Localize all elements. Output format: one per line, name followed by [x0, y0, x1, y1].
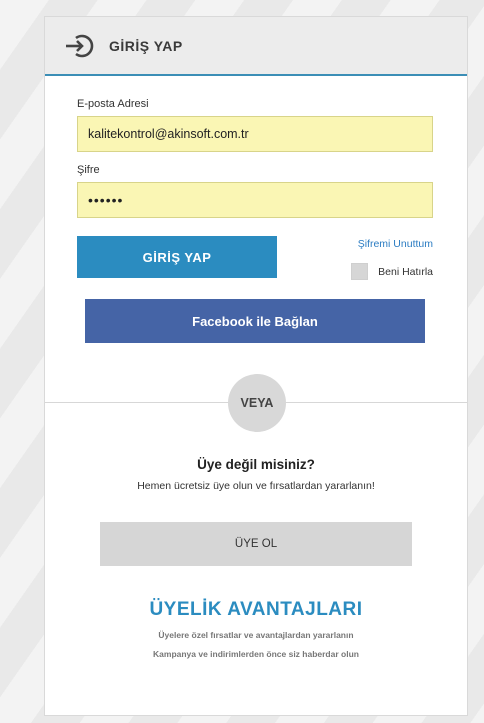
benefit-item: Kampanya ve indirimlerden önce siz haber…: [153, 649, 359, 659]
email-field[interactable]: [77, 116, 433, 152]
login-button[interactable]: GİRİŞ YAP: [77, 236, 277, 278]
remember-me-label: Beni Hatırla: [378, 265, 433, 278]
remember-me-checkbox[interactable]: [351, 263, 369, 280]
register-title: Üye değil misiniz?: [197, 457, 315, 472]
header-title: GİRİŞ YAP: [109, 37, 183, 54]
login-form: E-posta Adresi Şifre GİRİŞ YAP Şifremi U…: [45, 76, 467, 280]
email-label: E-posta Adresi: [77, 98, 149, 110]
benefit-item: Üyelere özel fırsatlar ve avantajlardan …: [158, 630, 354, 640]
facebook-login-button[interactable]: Facebook ile Bağlan: [85, 299, 425, 343]
login-options: Şifremi Unuttum Beni Hatırla: [351, 236, 433, 280]
or-badge: VEYA: [228, 374, 286, 432]
remember-me: Beni Hatırla: [351, 263, 433, 280]
register-prompt: Üye değil misiniz? Hemen ücretsiz üye ol…: [45, 457, 467, 492]
password-label: Şifre: [77, 164, 100, 176]
login-card: GİRİŞ YAP E-posta Adresi Şifre GİRİŞ YAP…: [44, 16, 468, 716]
membership-benefits: ÜYELİK AVANTAJLARI Üyelere özel fırsatla…: [45, 599, 467, 659]
card-header: GİRİŞ YAP: [45, 17, 467, 76]
login-icon: [66, 34, 94, 57]
register-button[interactable]: ÜYE OL: [100, 522, 412, 566]
login-actions: GİRİŞ YAP Şifremi Unuttum Beni Hatırla: [77, 236, 433, 280]
register-subtitle: Hemen ücretsiz üye olun ve fırsatlardan …: [137, 480, 375, 492]
password-field[interactable]: [77, 182, 433, 218]
forgot-password-link[interactable]: Şifremi Unuttum: [358, 238, 433, 250]
benefits-title: ÜYELİK AVANTAJLARI: [149, 599, 363, 620]
or-divider: VEYA: [45, 366, 467, 432]
